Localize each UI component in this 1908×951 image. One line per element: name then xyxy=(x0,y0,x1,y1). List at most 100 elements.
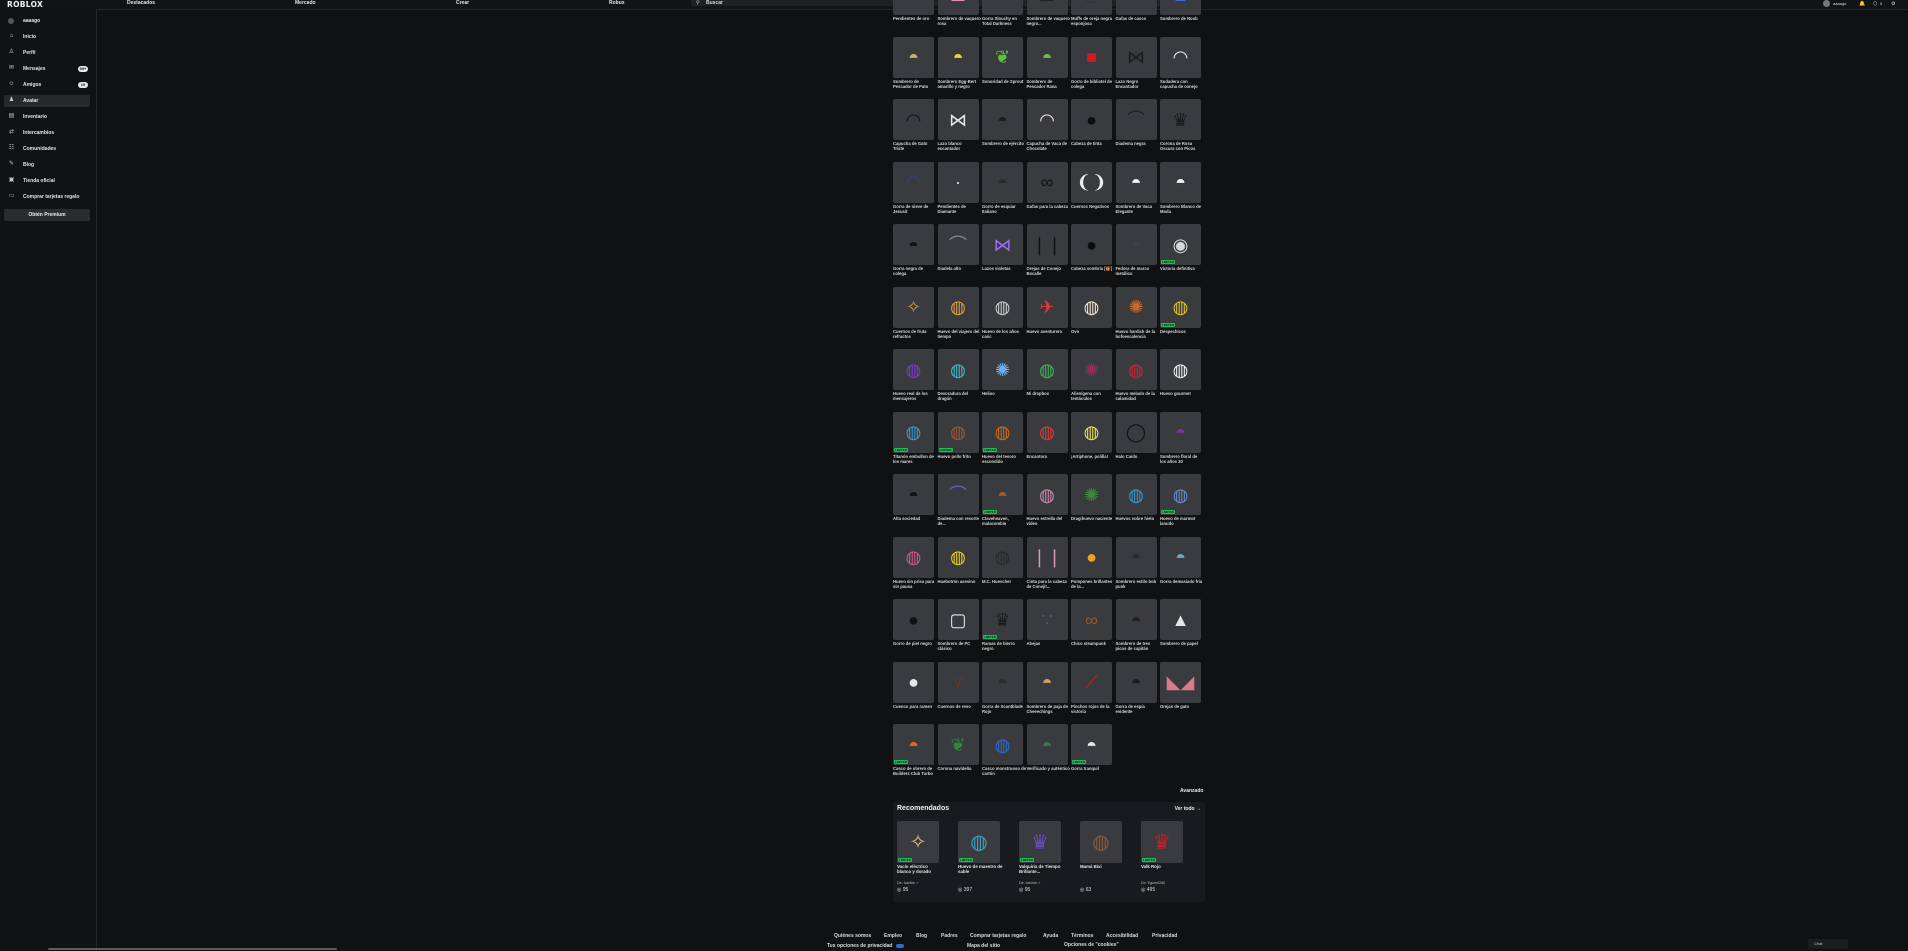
item-card[interactable]: ◍ Huevos sobre hielo xyxy=(1115,474,1160,536)
item-thumbnail[interactable]: ◍ LIMITED xyxy=(982,411,1023,453)
item-name[interactable]: Titanón embullon de los mares xyxy=(893,454,937,464)
item-thumbnail[interactable]: ◓ xyxy=(893,224,934,265)
item-thumbnail[interactable]: ◍ xyxy=(1071,411,1112,453)
item-name[interactable]: Sombrero de Vaca Elegante xyxy=(1116,204,1160,214)
item-thumbnail[interactable]: ◍ xyxy=(982,286,1023,328)
item-thumbnail[interactable]: ◍ xyxy=(1026,349,1068,390)
item-name[interactable]: Sombrero de tres picos de capitán xyxy=(1116,641,1160,651)
item-name[interactable]: Corona de Rosa Oscura con Picos xyxy=(1160,141,1204,151)
item-card[interactable]: ▲ Sombrero de Noob xyxy=(1160,0,1201,36)
chat-button[interactable]: Chat xyxy=(1808,939,1848,949)
item-card[interactable]: ◍ Ovo xyxy=(1071,286,1115,349)
item-thumbnail[interactable]: ⋎ xyxy=(937,661,979,703)
item-thumbnail[interactable]: ● xyxy=(893,661,934,703)
recommended-thumbnail[interactable]: ♛ LIMITED xyxy=(1019,821,1061,863)
item-thumbnail[interactable]: ♛ LIMITED xyxy=(982,599,1023,640)
item-name[interactable]: Helioo xyxy=(982,391,1026,396)
item-thumbnail[interactable]: ◍ xyxy=(982,724,1023,765)
footer-link-parents[interactable]: Padres xyxy=(941,933,958,939)
item-thumbnail[interactable]: ❦ xyxy=(937,724,979,765)
item-card[interactable]: ▢ Sombrero de PC clásico xyxy=(937,599,979,661)
item-name[interactable]: Huevo pollo frito xyxy=(938,454,982,459)
item-name[interactable]: Victoria definitiva xyxy=(1160,266,1204,271)
item-name[interactable]: Sombrero de ejército xyxy=(982,141,1026,146)
item-thumbnail[interactable]: ◓ xyxy=(982,661,1023,703)
item-card[interactable]: ● Gorra Slouchy en Total Darkness xyxy=(982,0,1023,36)
item-name[interactable]: Fedora de marco metálico xyxy=(1116,266,1160,276)
item-name[interactable]: Cabeza de tinta xyxy=(1071,141,1115,146)
sidebar-item-friends[interactable]: ☺ Amigos 19 xyxy=(4,79,90,91)
item-thumbnail[interactable]: ▲ xyxy=(1160,0,1201,15)
item-name[interactable]: ¡Artiphone, polilla! xyxy=(1071,454,1115,459)
item-card[interactable]: ∞ Chico steampunk xyxy=(1071,599,1112,661)
recommended-item[interactable]: ✧ LIMITED Vacío eléctrico blanco y dorado D… xyxy=(897,821,941,901)
item-name[interactable]: Pompones brillantes de la... xyxy=(1071,579,1115,589)
item-thumbnail[interactable]: ◍ xyxy=(937,286,979,328)
recommended-name[interactable]: Huevo de maestro de sable xyxy=(958,864,1004,874)
item-thumbnail[interactable]: ● xyxy=(893,599,934,640)
item-name[interactable]: Sombrero floral de los años 30 xyxy=(1160,454,1204,464)
nav-robux[interactable]: Robux xyxy=(609,0,625,6)
item-name[interactable]: Gorro de piel negro xyxy=(893,641,937,646)
item-name[interactable]: Huevo aventurero xyxy=(1027,329,1071,334)
item-card[interactable]: ◓ Sombrero de Pescador de Pato xyxy=(893,36,934,99)
item-thumbnail[interactable]: ◍ LIMITED xyxy=(1160,286,1201,328)
sidebar-item-avatar[interactable]: ♟ Avatar xyxy=(4,95,90,107)
item-thumbnail[interactable]: ✦ xyxy=(893,0,934,15)
item-name[interactable]: Pinchos rojos de la victoria xyxy=(1071,704,1115,714)
item-name[interactable]: Sombrero de paja de Cheeechings xyxy=(1027,704,1071,714)
footer-sitemap[interactable]: Mapa del sitio xyxy=(967,943,1000,949)
item-name[interactable]: Chico steampunk xyxy=(1071,641,1115,646)
item-thumbnail[interactable]: ◓ xyxy=(1026,724,1068,765)
item-name[interactable]: Huevo estrella del vídeo xyxy=(1027,516,1071,526)
sidebar-item-blog[interactable]: ✎ Blog xyxy=(4,159,90,171)
item-card[interactable]: ◓ Gorra de Scantblade Rojo xyxy=(982,661,1023,724)
item-card[interactable]: ◍ LIMITED Huevo de marmot lanudo xyxy=(1160,474,1201,536)
item-name[interactable]: Muffs de oreja negra esponjosa xyxy=(1071,16,1115,26)
item-name[interactable]: Dragihuevo naciente xyxy=(1071,516,1115,521)
item-thumbnail[interactable]: ● xyxy=(1071,99,1112,140)
item-thumbnail[interactable]: ⋈ xyxy=(982,224,1023,265)
item-name[interactable]: Ovo xyxy=(1071,329,1115,334)
item-thumbnail[interactable]: ◍ xyxy=(1115,474,1157,515)
item-card[interactable]: ⋈ Lazo Negro Encantador xyxy=(1115,36,1157,99)
item-card[interactable]: ◠ Capucha de Vaca de Chocolate xyxy=(1026,99,1068,161)
recommended-thumbnail[interactable]: ✧ LIMITED xyxy=(897,821,939,863)
item-thumbnail[interactable]: ❨❩ xyxy=(1071,161,1112,203)
item-thumbnail[interactable]: ◓ xyxy=(1115,599,1157,640)
recommended-thumbnail[interactable]: ◍ LIMITED xyxy=(958,821,1000,863)
item-thumbnail[interactable]: ◍ LIMITED xyxy=(1160,474,1201,515)
item-thumbnail[interactable]: ◍ xyxy=(937,536,979,578)
item-card[interactable]: ◓ LIMITED Casco de obrero de Builders Club… xyxy=(893,724,934,786)
item-name[interactable]: Casco de obrero de Builders Club Turbo xyxy=(893,766,937,776)
item-card[interactable]: ◍ LIMITED Despechicos xyxy=(1160,286,1201,349)
item-name[interactable]: Gorro de bibliotel de colega xyxy=(1071,79,1115,89)
item-name[interactable]: Huevos sobre hielo xyxy=(1116,516,1160,521)
item-card[interactable]: ◎ Muffs de oreja negra esponjosa xyxy=(1071,0,1112,36)
item-thumbnail[interactable]: ◓ xyxy=(1115,536,1157,578)
item-name[interactable]: Encantora xyxy=(1027,454,1071,459)
footer-link-about[interactable]: Quiénes somos xyxy=(834,933,871,939)
item-name[interactable]: Abejas xyxy=(1027,641,1071,646)
item-card[interactable]: ◉ LIMITED Victoria definitiva xyxy=(1160,224,1201,286)
item-name[interactable]: Orejas de gato xyxy=(1160,704,1204,709)
item-name[interactable]: Cuernos Negativos xyxy=(1071,204,1115,209)
item-thumbnail[interactable]: ◓ xyxy=(1115,661,1157,703)
item-name[interactable]: Mi dropbox xyxy=(1027,391,1071,396)
item-card[interactable]: ⋈ Lazo blanco encantador xyxy=(937,99,979,161)
item-card[interactable]: ◍ Huevo del viajero del tiempo xyxy=(937,286,979,349)
item-thumbnail[interactable]: · xyxy=(937,161,979,203)
item-thumbnail[interactable]: ✺ xyxy=(1071,474,1112,515)
sidebar-item-groups[interactable]: ☷ Comunidades xyxy=(4,143,90,155)
footer-link-terms[interactable]: Términos xyxy=(1071,933,1094,939)
item-name[interactable]: Sonoridad de Sprout xyxy=(982,79,1026,84)
item-thumbnail[interactable]: ∞ xyxy=(1026,161,1068,203)
item-thumbnail[interactable]: ◯ xyxy=(1115,411,1157,453)
item-name[interactable]: Cuenco para ramen xyxy=(893,704,937,709)
item-card[interactable]: ● Pompones brillantes de la... xyxy=(1071,536,1115,599)
item-thumbnail[interactable]: ◍ xyxy=(1160,349,1201,390)
item-card[interactable]: ● Cabeza de tinta xyxy=(1071,99,1112,161)
item-name[interactable]: Orejas de Conejo Bocalle xyxy=(1027,266,1071,276)
item-name[interactable]: Gorra de nieve de Jesusit xyxy=(893,204,937,214)
settings-icon[interactable]: ⚙ xyxy=(1891,0,1895,8)
